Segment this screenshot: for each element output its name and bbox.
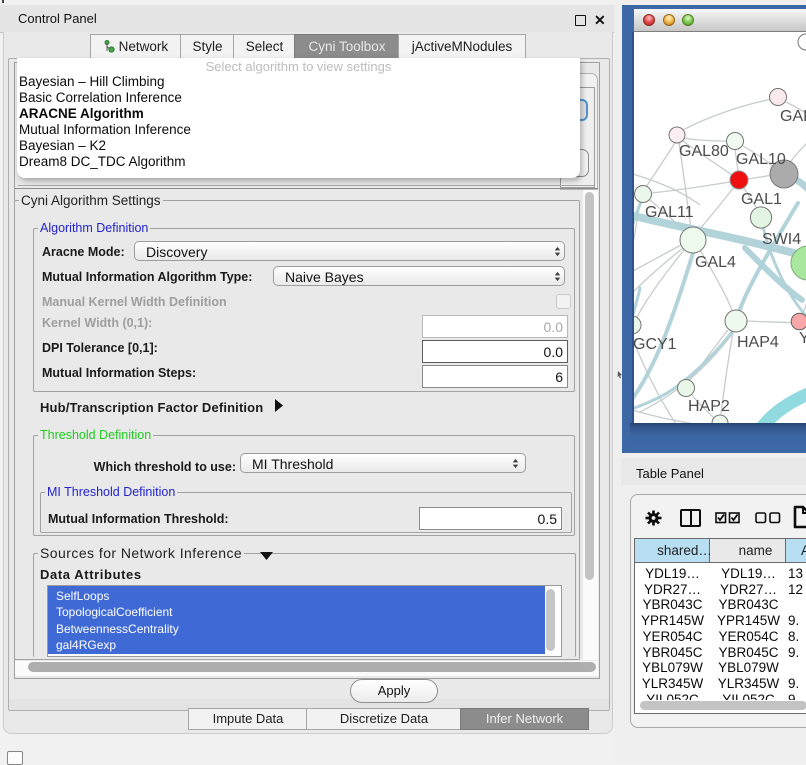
svg-text:Y: Y <box>799 330 806 347</box>
svg-text:GAL7: GAL7 <box>780 108 806 125</box>
svg-text:HAP4: HAP4 <box>737 334 779 351</box>
svg-text:GAL4: GAL4 <box>695 254 736 271</box>
svg-text:GAL10: GAL10 <box>736 151 786 168</box>
svg-text:GCY1: GCY1 <box>634 336 677 353</box>
svg-text:GAL11: GAL11 <box>645 204 694 221</box>
svg-text:GAL80: GAL80 <box>679 143 729 160</box>
svg-text:HAP2: HAP2 <box>688 398 730 415</box>
svg-text:GAL1: GAL1 <box>741 191 782 208</box>
svg-text:SWI4: SWI4 <box>762 231 801 248</box>
